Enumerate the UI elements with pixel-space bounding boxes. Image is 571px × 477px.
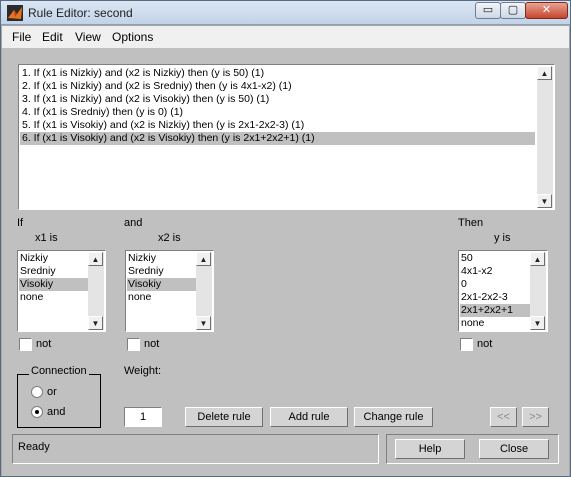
- x1-not-checkbox[interactable]: [19, 338, 32, 351]
- x2-scrollbar[interactable]: ▲ ▼: [196, 252, 212, 330]
- title-bar: Rule Editor: second ▭ ▢ ✕: [1, 1, 570, 25]
- status-text: Ready: [18, 441, 50, 453]
- y-option-selected[interactable]: 2x1+2x2+1: [460, 304, 530, 317]
- close-icon: ✕: [541, 4, 552, 16]
- and-radio-label: and: [47, 406, 66, 418]
- x1-option[interactable]: Sredniy: [19, 265, 88, 278]
- y-scrollbar[interactable]: ▲ ▼: [530, 252, 546, 330]
- rule-item[interactable]: 3. If (x1 is Nizkiy) and (x2 is Visokiy)…: [20, 93, 535, 106]
- x2-option[interactable]: Nizkiy: [127, 252, 196, 265]
- scroll-down-icon[interactable]: ▼: [537, 194, 552, 208]
- menu-options[interactable]: Options: [112, 30, 153, 44]
- y-option[interactable]: 50: [460, 252, 530, 265]
- help-button[interactable]: Help: [395, 439, 465, 459]
- scroll-up-icon[interactable]: ▲: [196, 252, 211, 266]
- and-label: and: [124, 217, 143, 229]
- y-option[interactable]: 2x1-2x2-3: [460, 291, 530, 304]
- next-rule-button[interactable]: >>: [522, 407, 549, 427]
- status-bar: Ready: [12, 434, 379, 464]
- y-not-label: not: [477, 338, 493, 350]
- scroll-down-icon[interactable]: ▼: [88, 316, 103, 330]
- x2-option[interactable]: Sredniy: [127, 265, 196, 278]
- editor-pane: 1. If (x1 is Nizkiy) and (x2 is Nizkiy) …: [2, 48, 569, 476]
- scroll-up-icon[interactable]: ▲: [530, 252, 545, 266]
- help-close-frame: Help Close: [386, 434, 559, 464]
- menu-edit[interactable]: Edit: [42, 30, 63, 44]
- or-radio-label: or: [47, 386, 57, 398]
- menu-bar: File Edit View Options: [2, 26, 569, 48]
- x1-option-selected[interactable]: Visokiy: [19, 278, 88, 291]
- x2-option[interactable]: none: [127, 291, 196, 304]
- x1-option[interactable]: none: [19, 291, 88, 304]
- change-rule-button[interactable]: Change rule: [354, 407, 433, 427]
- x1-title: x1 is: [35, 232, 58, 244]
- scroll-down-icon[interactable]: ▼: [530, 316, 545, 330]
- close-button[interactable]: Close: [479, 439, 549, 459]
- connection-groupbox: [17, 374, 101, 428]
- x1-option[interactable]: Nizkiy: [19, 252, 88, 265]
- x2-not-checkbox[interactable]: [127, 338, 140, 351]
- y-option[interactable]: none: [460, 317, 530, 330]
- maximize-icon: ▢: [507, 4, 519, 16]
- y-listbox[interactable]: 50 4x1-x2 0 2x1-2x2-3 2x1+2x2+1 none ▲ ▼: [458, 250, 548, 332]
- x2-title: x2 is: [158, 232, 181, 244]
- y-not-checkbox[interactable]: [460, 338, 473, 351]
- x2-listbox[interactable]: Nizkiy Sredniy Visokiy none ▲ ▼: [125, 250, 214, 332]
- or-radio[interactable]: [31, 386, 43, 398]
- delete-rule-button[interactable]: Delete rule: [185, 407, 263, 427]
- minimize-icon: ▭: [482, 4, 494, 16]
- rule-item[interactable]: 4. If (x1 is Sredniy) then (y is 0) (1): [20, 106, 535, 119]
- weight-label: Weight:: [124, 365, 162, 377]
- scroll-down-icon[interactable]: ▼: [196, 316, 211, 330]
- x1-not-label: not: [36, 338, 52, 350]
- menu-file[interactable]: File: [12, 30, 31, 44]
- prev-rule-button[interactable]: <<: [490, 407, 517, 427]
- connection-title: Connection: [29, 365, 89, 377]
- rule-editor-window: Rule Editor: second ▭ ▢ ✕ File Edit View…: [0, 0, 571, 477]
- x2-not-label: not: [144, 338, 160, 350]
- if-label: If: [17, 217, 24, 229]
- x1-scrollbar[interactable]: ▲ ▼: [88, 252, 104, 330]
- y-option[interactable]: 0: [460, 278, 530, 291]
- radio-selected-dot: [35, 410, 39, 414]
- maximize-button[interactable]: ▢: [500, 2, 526, 19]
- rules-scrollbar[interactable]: ▲ ▼: [537, 66, 553, 208]
- and-radio[interactable]: [31, 406, 43, 418]
- rule-item[interactable]: 2. If (x1 is Nizkiy) and (x2 is Sredniy)…: [20, 80, 535, 93]
- rule-item[interactable]: 5. If (x1 is Visokiy) and (x2 is Nizkiy)…: [20, 119, 535, 132]
- weight-input[interactable]: 1: [124, 407, 162, 427]
- menu-view[interactable]: View: [75, 30, 101, 44]
- add-rule-button[interactable]: Add rule: [270, 407, 348, 427]
- scroll-up-icon[interactable]: ▲: [88, 252, 103, 266]
- matlab-app-icon: [7, 5, 23, 21]
- y-title: y is: [494, 232, 511, 244]
- scroll-up-icon[interactable]: ▲: [537, 66, 552, 80]
- rule-item[interactable]: 1. If (x1 is Nizkiy) and (x2 is Nizkiy) …: [20, 67, 535, 80]
- x1-listbox[interactable]: Nizkiy Sredniy Visokiy none ▲ ▼: [17, 250, 106, 332]
- y-option[interactable]: 4x1-x2: [460, 265, 530, 278]
- x2-option-selected[interactable]: Visokiy: [127, 278, 196, 291]
- close-window-button[interactable]: ✕: [525, 2, 568, 19]
- window-title: Rule Editor: second: [28, 6, 133, 20]
- then-label: Then: [458, 217, 484, 229]
- rules-list[interactable]: 1. If (x1 is Nizkiy) and (x2 is Nizkiy) …: [18, 64, 555, 210]
- rule-item-selected[interactable]: 6. If (x1 is Visokiy) and (x2 is Visokiy…: [20, 132, 535, 145]
- minimize-button[interactable]: ▭: [475, 2, 501, 19]
